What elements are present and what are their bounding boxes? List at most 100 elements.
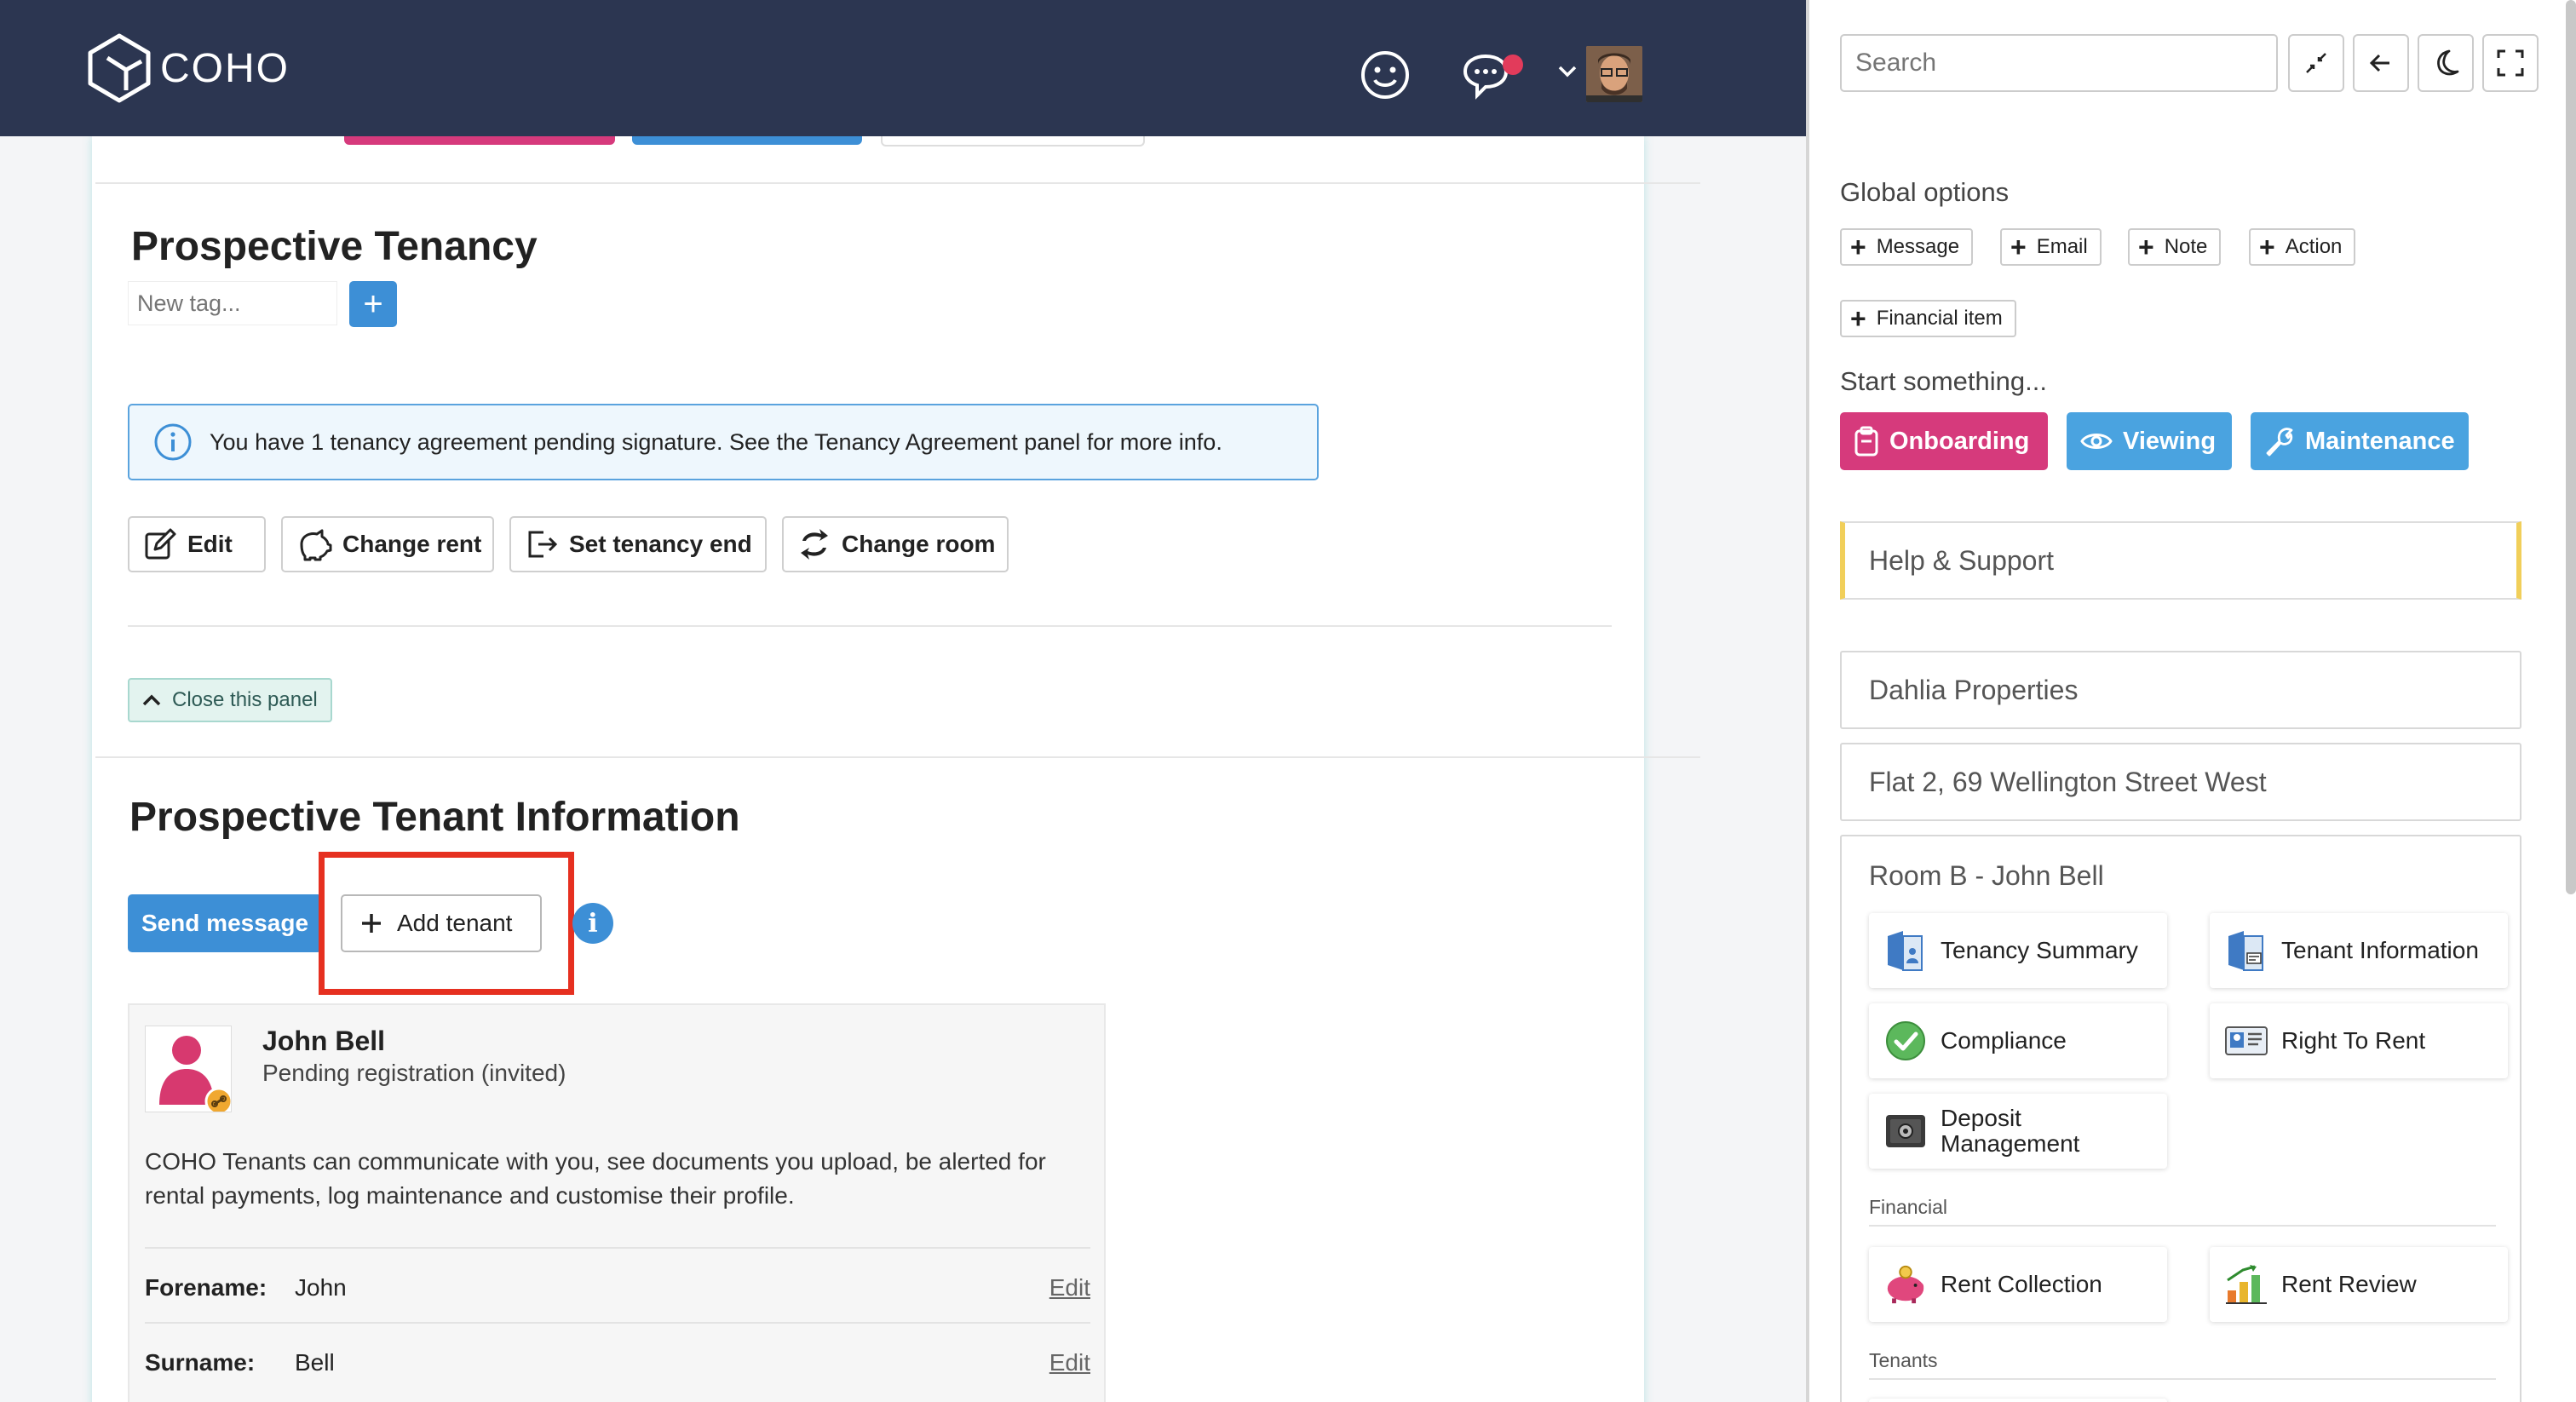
logo-text: COHO — [160, 45, 290, 91]
back-button[interactable] — [2353, 34, 2409, 92]
tile-tenant-information[interactable]: Tenant Information — [2210, 913, 2508, 988]
set-tenancy-end-label: Set tenancy end — [569, 531, 752, 557]
tile-compliance[interactable]: Compliance — [1869, 1003, 2167, 1078]
action-chip-label: Action — [2285, 235, 2343, 258]
dark-mode-button[interactable] — [2418, 34, 2474, 92]
tile-rent-review-label: Rent Review — [2281, 1271, 2417, 1297]
tenant-avatar — [145, 1026, 233, 1116]
edit-forename-link[interactable]: Edit — [1049, 1274, 1090, 1301]
collapse-button[interactable] — [2288, 34, 2344, 92]
plus-icon: + — [2259, 232, 2275, 262]
tile-tenant-partial[interactable] — [1869, 1399, 2167, 1402]
bar-chart-icon — [2223, 1261, 2269, 1307]
send-message-button[interactable]: Send message — [128, 894, 322, 952]
tenants-group-label: Tenants — [1869, 1349, 1938, 1371]
fullscreen-button[interactable] — [2482, 34, 2539, 92]
crumb-landlord[interactable]: Dahlia Properties — [1840, 651, 2521, 729]
check-circle-icon — [1883, 1018, 1929, 1064]
message-chip-label: Message — [1876, 235, 1960, 258]
ghost-button-outline[interactable] — [881, 136, 1145, 147]
tenant-name: John Bell — [262, 1026, 386, 1056]
tenant-description: COHO Tenants can communicate with you, s… — [145, 1148, 1046, 1209]
room-title[interactable]: Room B - John Bell — [1869, 860, 2104, 892]
tile-rent-collection[interactable]: Rent Collection — [1869, 1247, 2167, 1322]
crumb-property[interactable]: Flat 2, 69 Wellington Street West — [1840, 743, 2521, 821]
section-divider — [95, 756, 1700, 758]
tenant-info-title: Prospective Tenant Information — [129, 795, 740, 840]
wrench-icon — [2264, 426, 2295, 457]
close-panel-button[interactable]: Close this panel — [128, 678, 332, 722]
set-tenancy-end-button[interactable]: Set tenancy end — [509, 516, 767, 572]
global-options-label: Global options — [1840, 177, 2010, 207]
main-app: Prospective Tenancy + You have 1 tenancy… — [0, 0, 1806, 1402]
start-something-label: Start something... — [1840, 366, 2047, 396]
eye-icon — [2080, 430, 2113, 452]
chevron-down-icon[interactable] — [1557, 65, 1578, 83]
chevron-up-icon — [141, 693, 162, 707]
ghost-button-onboarding[interactable] — [344, 136, 615, 145]
edit-surname-link[interactable]: Edit — [1049, 1349, 1090, 1376]
info-icon[interactable]: i — [572, 903, 613, 944]
group-divider — [1869, 1378, 2496, 1380]
tile-right-to-rent[interactable]: Right To Rent — [2210, 1003, 2508, 1078]
action-chip[interactable]: + Action — [2249, 228, 2356, 266]
edit-button[interactable]: Edit — [128, 516, 266, 572]
tile-deposit-management[interactable]: Deposit Management — [1869, 1094, 2167, 1169]
change-rent-button[interactable]: Change rent — [281, 516, 494, 572]
financial-item-chip[interactable]: + Financial item — [1840, 300, 2016, 337]
new-tag-input[interactable] — [128, 281, 337, 325]
arrow-left-icon — [2367, 49, 2395, 77]
panel-divider — [128, 625, 1612, 627]
coho-logo[interactable]: COHO — [83, 32, 290, 104]
note-chip[interactable]: + Note — [2128, 228, 2222, 266]
plus-icon: + — [2010, 232, 2027, 262]
tile-tenancy-summary-label: Tenancy Summary — [1941, 937, 2138, 963]
forename-row: Forename: John Edit — [145, 1247, 1090, 1322]
exit-icon — [525, 527, 559, 561]
surname-key: Surname: — [145, 1349, 256, 1376]
piggy-bank-icon — [1883, 1261, 1929, 1307]
id-card-icon — [2223, 1018, 2269, 1064]
tile-rent-review[interactable]: Rent Review — [2210, 1247, 2508, 1322]
maintenance-button[interactable]: Maintenance — [2251, 412, 2469, 470]
info-circle-icon — [153, 422, 193, 462]
tile-empty — [2210, 1399, 2508, 1402]
group-divider — [1869, 1225, 2496, 1227]
onboarding-label: Onboarding — [1889, 427, 2030, 455]
top-bar: COHO — [0, 0, 1806, 136]
notification-dot — [1503, 55, 1523, 75]
room-panel: Room B - John Bell Tenancy Summary Tenan… — [1840, 835, 2521, 1402]
add-tenant-button[interactable]: Add tenant — [341, 894, 542, 952]
onboarding-button[interactable]: Onboarding — [1840, 412, 2048, 470]
smiley-icon[interactable] — [1360, 49, 1411, 105]
change-room-button[interactable]: Change room — [782, 516, 1009, 572]
change-room-label: Change room — [842, 531, 996, 557]
right-sidebar: Global options + Message + Email + Note + Ac… — [1809, 0, 2576, 1402]
tile-right-to-rent-label: Right To Rent — [2281, 1027, 2426, 1054]
email-chip[interactable]: + Email — [2000, 228, 2102, 266]
scrollbar[interactable] — [2566, 0, 2576, 894]
ghost-button-blue[interactable] — [632, 136, 862, 145]
plus-icon — [359, 911, 383, 935]
change-rent-label: Change rent — [342, 531, 482, 557]
add-tag-button[interactable]: + — [349, 281, 397, 327]
edit-label: Edit — [187, 531, 233, 557]
swap-icon — [797, 527, 831, 561]
coho-logo-icon — [88, 33, 151, 103]
tile-rent-collection-label: Rent Collection — [1941, 1271, 2102, 1297]
plus-icon: + — [1850, 303, 1866, 334]
search-input[interactable] — [1840, 34, 2278, 92]
tenant-information-icon — [2223, 928, 2269, 974]
viewing-button[interactable]: Viewing — [2067, 412, 2232, 470]
surname-row: Surname: Bell Edit — [145, 1322, 1090, 1397]
note-chip-label: Note — [2164, 235, 2208, 258]
alert-text: You have 1 tenancy agreement pending sig… — [210, 428, 1222, 455]
tile-tenancy-summary[interactable]: Tenancy Summary — [1869, 913, 2167, 988]
user-avatar[interactable] — [1586, 46, 1642, 102]
financial-group-label: Financial — [1869, 1196, 1948, 1218]
forename-value: John — [295, 1274, 347, 1301]
plus-icon: + — [2138, 232, 2154, 262]
message-chip[interactable]: + Message — [1840, 228, 1974, 266]
help-support-panel[interactable]: Help & Support — [1840, 521, 2521, 600]
piggy-icon — [296, 527, 332, 561]
